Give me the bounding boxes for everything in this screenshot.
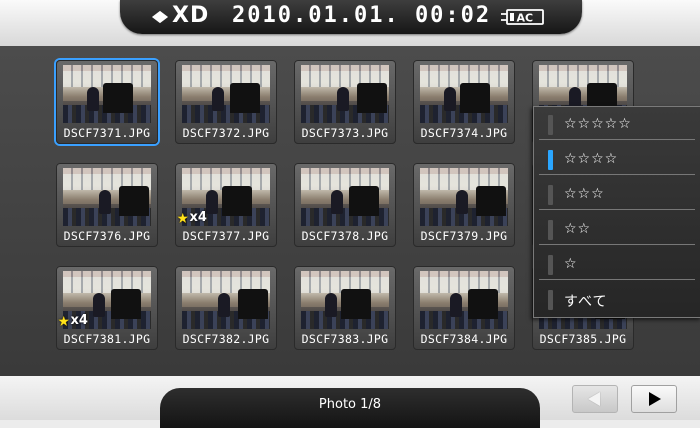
rating-badge: ★ x4 [177, 207, 207, 227]
thumbnail-image [301, 65, 389, 123]
rating-filter-option[interactable]: ☆☆☆☆☆ [539, 110, 695, 140]
rating-badge: ★ x4 [58, 310, 88, 330]
thumbnail-filename: DSCF7379.JPG [420, 229, 508, 243]
media-type: XD [172, 3, 210, 28]
thumbnail-filename: DSCF7374.JPG [420, 126, 508, 140]
thumbnail-filename: DSCF7372.JPG [182, 126, 270, 140]
media-card-icon [151, 10, 169, 24]
rating-filter-label: ☆ [564, 256, 578, 272]
thumbnail-image [301, 168, 389, 226]
rating-filter-label: ☆☆ [564, 221, 592, 237]
star-icon: ★ [58, 309, 70, 331]
photo-thumbnail[interactable]: DSCF7378.JPG [294, 163, 396, 247]
thumbnail-filename: DSCF7384.JPG [420, 332, 508, 346]
thumbnail-image [420, 271, 508, 329]
rating-count: x4 [189, 209, 207, 225]
thumbnail-image [63, 65, 151, 123]
thumbnail-image [420, 65, 508, 123]
thumbnail-filename: DSCF7378.JPG [301, 229, 389, 243]
arrow-right-icon [649, 392, 661, 406]
photo-thumbnail[interactable]: DSCF7384.JPG [413, 266, 515, 350]
thumbnail-image [182, 271, 270, 329]
photo-thumbnail[interactable]: DSCF7383.JPG [294, 266, 396, 350]
thumbnail-filename: DSCF7373.JPG [301, 126, 389, 140]
rating-filter-label: ☆☆☆ [564, 186, 605, 202]
previous-page-button[interactable] [572, 385, 618, 413]
rating-count: x4 [70, 312, 88, 328]
next-page-button[interactable] [631, 385, 677, 413]
rating-filter-label: すべて [564, 294, 608, 310]
rating-filter-label: ☆☆☆☆☆ [564, 116, 632, 132]
thumbnail-image [182, 65, 270, 123]
svg-text:AC: AC [517, 12, 534, 25]
status-bar: XD 2010.01.01. 00:02 AC [120, 0, 582, 34]
photo-thumbnail[interactable]: DSCF7374.JPG [413, 60, 515, 144]
thumbnail-filename: DSCF7385.JPG [539, 332, 627, 346]
rating-filter-option[interactable]: ☆☆☆☆ [539, 145, 695, 175]
rating-filter-menu: ☆☆☆☆☆ ☆☆☆☆ ☆☆☆ ☆☆ ☆ すべて [533, 106, 700, 318]
selection-indicator [548, 150, 553, 170]
selection-indicator [548, 220, 553, 240]
selection-indicator [548, 115, 553, 135]
photo-thumbnail[interactable]: DSCF7377.JPG ★ x4 [175, 163, 277, 247]
rating-filter-label: ☆☆☆☆ [564, 151, 619, 167]
arrow-left-icon [588, 392, 600, 406]
rating-filter-option[interactable]: すべて [539, 285, 695, 315]
photo-thumbnail[interactable]: DSCF7379.JPG [413, 163, 515, 247]
date-time: 2010.01.01. 00:02 [232, 3, 492, 28]
page-indicator: Photo 1/8 [318, 397, 382, 412]
photo-thumbnail[interactable]: DSCF7376.JPG [56, 163, 158, 247]
selection-indicator [548, 185, 553, 205]
ac-adapter-icon: AC [501, 9, 544, 25]
thumbnail-filename: DSCF7371.JPG [63, 126, 151, 140]
photo-thumbnail[interactable]: DSCF7372.JPG [175, 60, 277, 144]
thumbnail-image [301, 271, 389, 329]
photo-thumbnail[interactable]: DSCF7381.JPG ★ x4 [56, 266, 158, 350]
thumbnail-filename: DSCF7381.JPG [63, 332, 151, 346]
thumbnail-image [63, 168, 151, 226]
photo-thumbnail[interactable]: DSCF7371.JPG [56, 60, 158, 144]
photo-thumbnail[interactable]: DSCF7373.JPG [294, 60, 396, 144]
selection-indicator [548, 290, 553, 310]
page-indicator-bar: Photo 1/8 [160, 388, 540, 428]
thumbnail-filename: DSCF7382.JPG [182, 332, 270, 346]
rating-filter-option[interactable]: ☆ [539, 250, 695, 280]
thumbnail-filename: DSCF7376.JPG [63, 229, 151, 243]
thumbnail-filename: DSCF7383.JPG [301, 332, 389, 346]
thumbnail-image [420, 168, 508, 226]
selection-indicator [548, 255, 553, 275]
thumbnail-filename: DSCF7377.JPG [182, 229, 270, 243]
photo-thumbnail[interactable]: DSCF7382.JPG [175, 266, 277, 350]
rating-filter-option[interactable]: ☆☆☆ [539, 180, 695, 210]
rating-filter-option[interactable]: ☆☆ [539, 215, 695, 245]
star-icon: ★ [177, 206, 189, 228]
